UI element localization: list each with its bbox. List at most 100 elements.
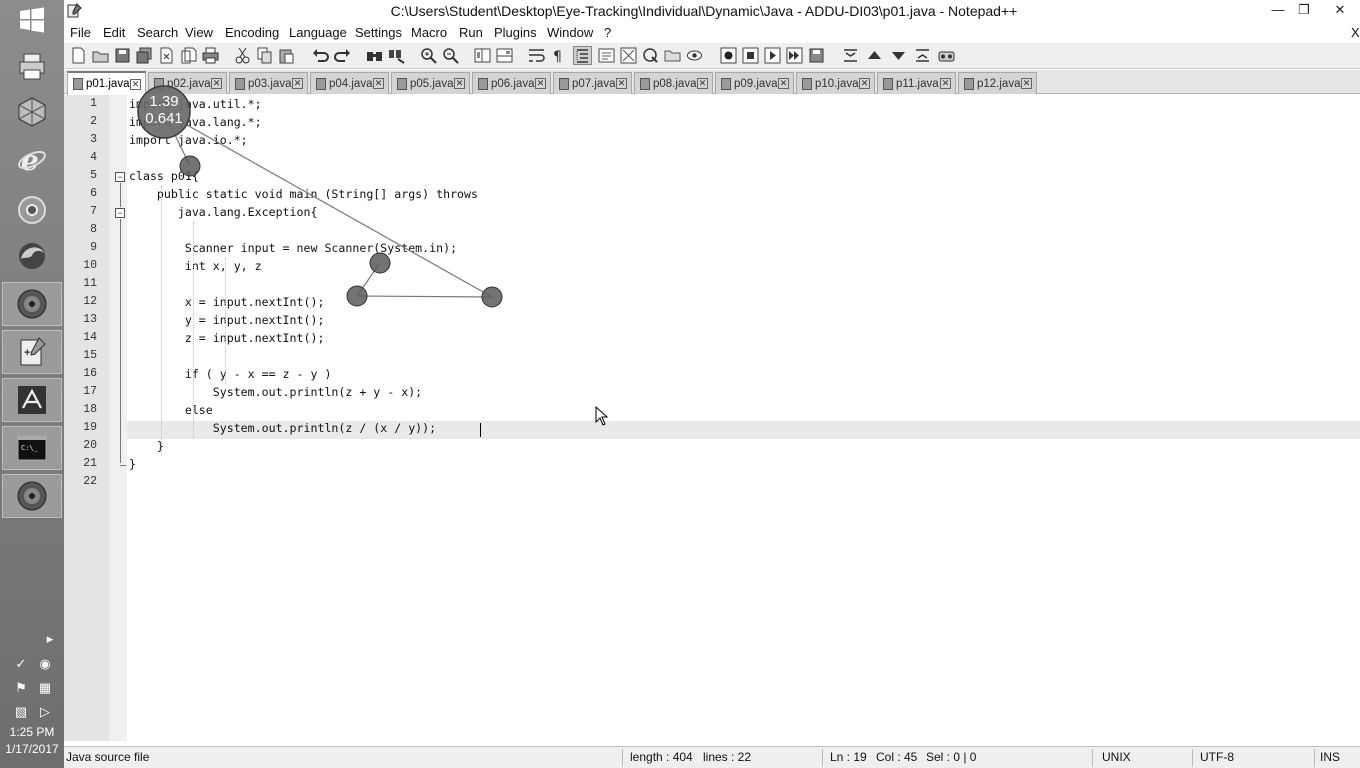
tab-p12[interactable]: p12.java ✕: [958, 72, 1037, 94]
code-line[interactable]: z = input.nextInt();: [129, 331, 325, 345]
close-file-icon[interactable]: [158, 47, 175, 64]
close-icon[interactable]: ✕: [292, 78, 303, 89]
close-icon[interactable]: ✕: [859, 78, 870, 89]
code-line[interactable]: int x, y, z: [129, 259, 262, 273]
record-macro-icon[interactable]: [720, 47, 737, 64]
code-editor[interactable]: import java.util.*; import java.lang.*; im…: [64, 95, 1360, 741]
disc-icon[interactable]: [2, 282, 62, 326]
code-line[interactable]: if ( y - x == z - y ): [129, 367, 332, 381]
menu-file[interactable]: File: [70, 25, 91, 40]
tray-icon[interactable]: ▦: [36, 679, 54, 697]
tab-p10[interactable]: p10.java ✕: [796, 72, 875, 94]
show-all-chars-icon[interactable]: ¶: [550, 47, 567, 65]
close-all-icon[interactable]: [180, 47, 197, 64]
tab-p02[interactable]: p02.java ✕: [148, 72, 227, 94]
notepad-plus-plus-icon[interactable]: ++: [2, 330, 62, 374]
code-line[interactable]: }: [129, 439, 164, 453]
code-line[interactable]: Scanner input = new Scanner(System.in);: [129, 241, 457, 255]
tab-p01[interactable]: p01.java ✕: [67, 71, 146, 95]
menu-settings[interactable]: Settings: [355, 25, 402, 40]
redo-icon[interactable]: [334, 47, 351, 64]
code-line[interactable]: System.out.println(z / (x / y));: [129, 421, 436, 435]
doc-map-icon[interactable]: [620, 47, 637, 64]
tray-icon[interactable]: ✓: [12, 655, 30, 673]
tab-p03[interactable]: p03.java ✕: [229, 72, 308, 94]
code-line[interactable]: }: [129, 457, 136, 471]
menu-run[interactable]: Run: [459, 25, 483, 40]
save-all-icon[interactable]: [136, 47, 153, 64]
function-list-icon[interactable]: [642, 47, 659, 64]
tab-p08[interactable]: p08.java ✕: [634, 72, 713, 94]
menu-help[interactable]: ?: [604, 25, 611, 40]
code-line[interactable]: import java.io.*;: [129, 133, 248, 147]
save-icon[interactable]: [114, 47, 131, 64]
menu-plugins[interactable]: Plugins: [494, 25, 537, 40]
close-document-button[interactable]: X: [1351, 25, 1360, 40]
title-bar[interactable]: C:\Users\Student\Desktop\Eye-Tracking\In…: [64, 0, 1360, 22]
folder-workspace-icon[interactable]: [664, 47, 681, 64]
menu-encoding[interactable]: Encoding: [225, 25, 279, 40]
replace-icon[interactable]: [388, 47, 405, 64]
code-line[interactable]: y = input.nextInt();: [129, 313, 325, 327]
close-icon[interactable]: ✕: [535, 78, 546, 89]
tab-p11[interactable]: p11.java ✕: [877, 72, 956, 94]
stop-macro-icon[interactable]: [742, 47, 759, 64]
user-defined-lang-icon[interactable]: [598, 47, 615, 64]
windows-start-icon[interactable]: [10, 0, 54, 40]
copy-icon[interactable]: [256, 47, 273, 64]
flag-icon[interactable]: ⚑: [12, 679, 30, 697]
zoom-in-icon[interactable]: [420, 47, 437, 64]
printer-icon[interactable]: [10, 46, 54, 86]
play-macro-icon[interactable]: [764, 47, 781, 64]
firefox-icon[interactable]: [10, 236, 54, 276]
clock[interactable]: 1:25 PM 1/17/2017: [0, 724, 64, 758]
tab-p07[interactable]: p07.java ✕: [553, 72, 632, 94]
code-line[interactable]: x = input.nextInt();: [129, 295, 325, 309]
code-line[interactable]: import java.util.*;: [129, 97, 262, 111]
close-icon[interactable]: ✕: [697, 78, 708, 89]
arrow-down-icon[interactable]: [890, 47, 907, 64]
fold-margin[interactable]: [109, 95, 127, 741]
cut-icon[interactable]: [234, 47, 251, 64]
disc-icon[interactable]: [2, 474, 62, 518]
code-line[interactable]: import java.lang.*;: [129, 115, 262, 129]
close-button[interactable]: ✕: [1320, 2, 1360, 20]
code-line[interactable]: else: [129, 403, 213, 417]
collapse-all-icon[interactable]: [842, 47, 859, 64]
print-icon[interactable]: [202, 47, 219, 64]
virtualbox-icon[interactable]: [10, 92, 54, 132]
close-icon[interactable]: ✕: [373, 78, 384, 89]
menu-edit[interactable]: Edit: [103, 25, 125, 40]
fold-toggle[interactable]: −: [115, 172, 125, 182]
menu-search[interactable]: Search: [137, 25, 178, 40]
command-prompt-icon[interactable]: C:\_: [2, 426, 62, 470]
tab-p05[interactable]: p05.java ✕: [391, 72, 470, 94]
code-line[interactable]: public static void main (String[] args) …: [129, 187, 478, 201]
maximize-button[interactable]: ❐: [1290, 2, 1318, 20]
fold-toggle[interactable]: −: [115, 208, 125, 218]
paste-icon[interactable]: [278, 47, 295, 64]
app-icon[interactable]: [67, 3, 82, 21]
tab-p04[interactable]: p04.java ✕: [310, 72, 389, 94]
close-icon[interactable]: ✕: [940, 78, 951, 89]
chrome-icon[interactable]: [10, 190, 54, 230]
menu-view[interactable]: View: [185, 25, 213, 40]
find-icon[interactable]: [366, 47, 383, 64]
expand-all-icon[interactable]: [914, 47, 931, 64]
tab-p06[interactable]: p06.java ✕: [472, 72, 551, 94]
word-wrap-icon[interactable]: [528, 47, 545, 64]
minimize-button[interactable]: —: [1264, 2, 1292, 20]
code-line[interactable]: System.out.println(z + y - x);: [129, 385, 422, 399]
tab-p09[interactable]: p09.java ✕: [715, 72, 794, 94]
acrobat-icon[interactable]: [2, 378, 62, 422]
code-line[interactable]: java.lang.Exception{: [129, 205, 318, 219]
close-icon[interactable]: ✕: [130, 78, 141, 90]
expand-arrow-icon[interactable]: ▸: [41, 630, 59, 648]
code-line[interactable]: class p01{: [129, 169, 199, 183]
internet-explorer-icon[interactable]: e: [10, 140, 54, 180]
indent-guide-icon[interactable]: [573, 46, 592, 65]
menu-macro[interactable]: Macro: [411, 25, 447, 40]
undo-icon[interactable]: [312, 47, 329, 64]
monitoring-icon[interactable]: [686, 47, 703, 64]
run-macro-multiple-icon[interactable]: [786, 47, 803, 64]
